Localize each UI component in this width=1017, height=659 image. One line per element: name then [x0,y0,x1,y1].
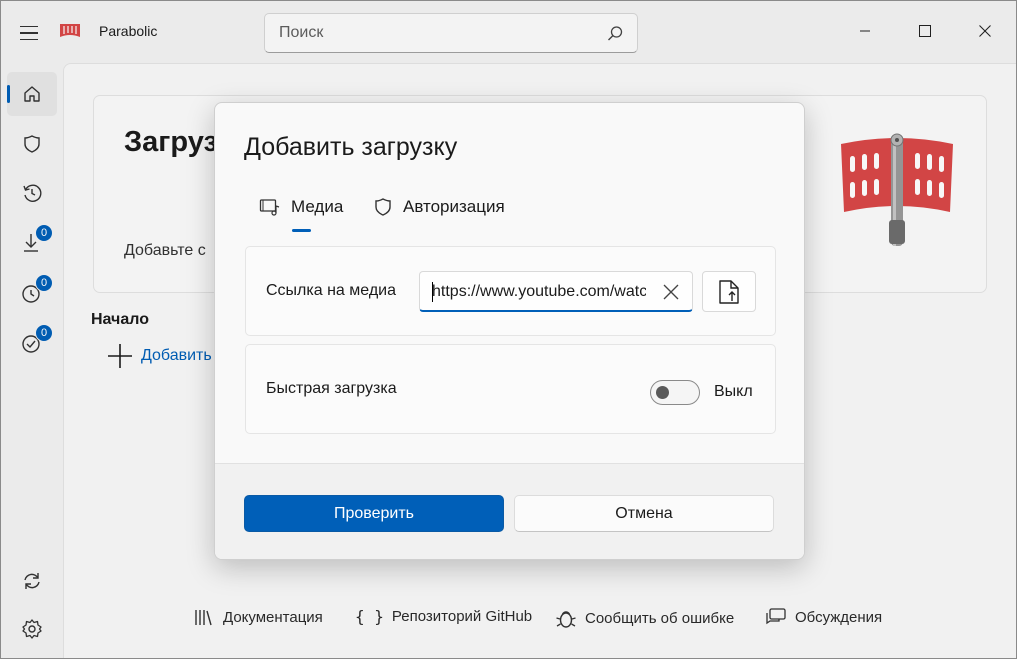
dialog-footer: Проверить Отмена [215,463,804,559]
clear-icon[interactable] [662,283,680,301]
media-url-label: Ссылка на медиа [266,282,396,299]
text-caret [432,282,433,302]
tab-auth-label: Авторизация [403,197,505,216]
add-download-dialog: Добавить загрузку Медиа Авторизация Ссыл… [214,102,805,560]
dialog-title: Добавить загрузку [244,133,458,161]
quick-download-label: Быстрая загрузка [266,380,397,397]
media-url-value: https://www.youtube.com/watch [432,283,646,300]
media-icon [259,199,280,216]
tab-selected-indicator [292,229,311,232]
tab-auth[interactable]: Авторизация [373,197,505,217]
tab-media[interactable]: Медиа [259,197,343,217]
cancel-button[interactable]: Отмена [514,495,774,532]
app-window: Parabolic Поиск 0 0 0 Загрузки Добавьте … [0,0,1017,659]
quick-download-card: Быстрая загрузка Выкл [245,344,776,434]
tab-media-label: Медиа [291,197,344,216]
shield-icon [375,198,391,216]
media-url-card: Ссылка на медиа https://www.youtube.com/… [245,246,776,336]
quick-download-toggle[interactable] [650,380,700,405]
toggle-knob [656,386,669,399]
quick-download-state: Выкл [714,383,753,400]
upload-file-button[interactable] [702,271,756,312]
file-upload-icon [719,279,739,304]
media-url-input[interactable]: https://www.youtube.com/watch [419,271,693,312]
validate-button[interactable]: Проверить [244,495,504,532]
